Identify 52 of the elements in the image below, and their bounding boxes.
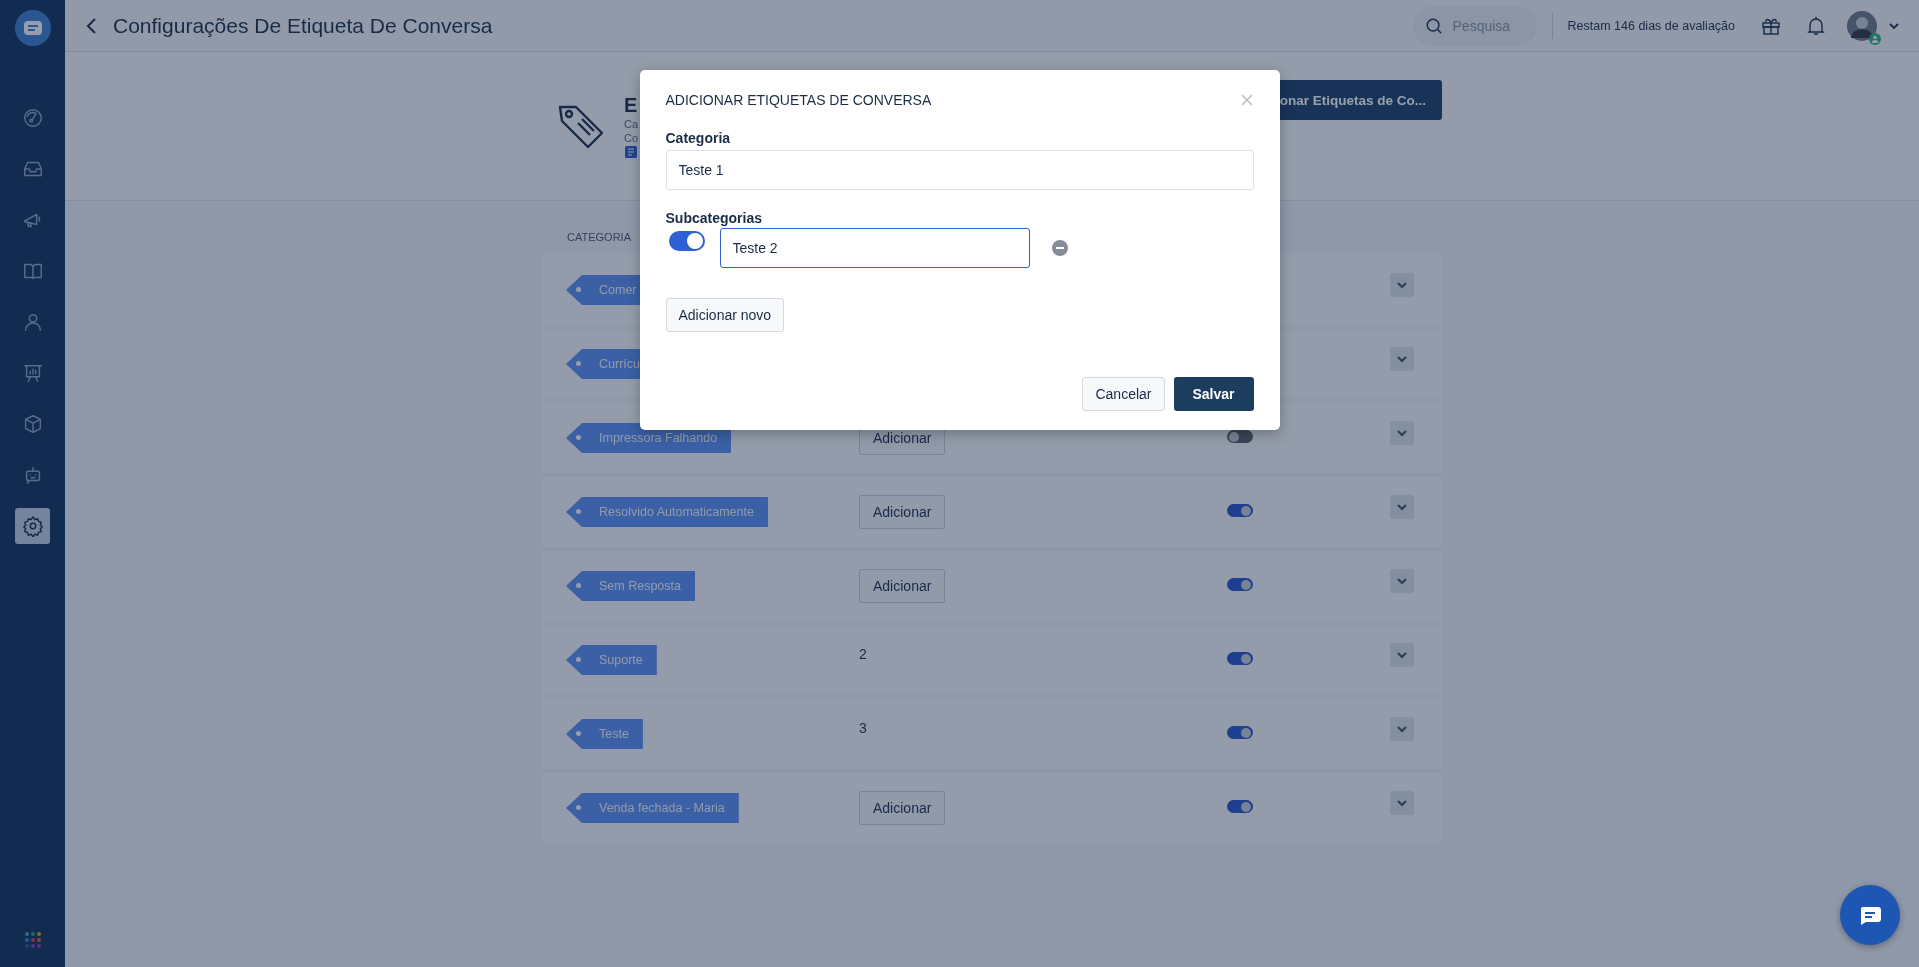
field-label: Subcategorias xyxy=(665,210,763,226)
tag-label: Sem Resposta xyxy=(566,571,695,601)
toggle-switch[interactable] xyxy=(1227,578,1253,591)
subcategory-count: 2 xyxy=(859,646,868,662)
expand-chevron-icon[interactable] xyxy=(1390,569,1414,593)
expand-chevron-icon[interactable] xyxy=(1390,495,1414,519)
toggle-switch[interactable] xyxy=(668,231,705,251)
field-label: Categoria xyxy=(665,130,732,146)
logo-icon[interactable] xyxy=(14,10,51,46)
dialog-title: ADICIONAR ETIQUETAS DE CONVERSA xyxy=(665,92,932,108)
caret-icon[interactable] xyxy=(1889,21,1899,30)
save-button[interactable]: Salvar xyxy=(1173,377,1254,411)
toggle-switch[interactable] xyxy=(1227,430,1253,443)
page-title: Configurações De Etiqueta De Conversa xyxy=(113,13,493,38)
settings-icon[interactable] xyxy=(15,508,50,544)
add-button[interactable]: Adicionar xyxy=(859,569,946,603)
expand-chevron-icon[interactable] xyxy=(1390,273,1414,297)
column-header: CATEGORIA xyxy=(567,231,631,243)
expand-chevron-icon[interactable] xyxy=(1390,347,1414,371)
banner-description: Ca xyxy=(624,116,639,131)
tag-label: Teste xyxy=(566,719,643,749)
add-button[interactable]: Adicionar xyxy=(859,791,946,825)
banner-description: Co xyxy=(624,130,639,145)
avatar[interactable] xyxy=(1847,10,1877,41)
add-new-button[interactable]: Adicionar novo xyxy=(665,298,785,332)
expand-chevron-icon[interactable] xyxy=(1390,791,1414,815)
tag-label: Resolvido Automaticamente xyxy=(566,497,768,527)
expand-chevron-icon[interactable] xyxy=(1390,717,1414,741)
subcategory-input-field[interactable]: Teste 2 xyxy=(719,228,1030,268)
expand-chevron-icon[interactable] xyxy=(1390,421,1414,445)
banner-title: E xyxy=(624,93,638,117)
search-icon xyxy=(1424,16,1443,35)
remove-icon[interactable] xyxy=(1051,240,1068,256)
notification-bell-icon[interactable] xyxy=(1807,15,1825,36)
online-status-icon xyxy=(1869,32,1881,45)
book-icon[interactable] xyxy=(624,144,638,159)
apps-grid-icon[interactable] xyxy=(23,931,42,949)
toggle-switch[interactable] xyxy=(1227,504,1253,517)
toggle-switch[interactable] xyxy=(1227,726,1253,739)
tag-label: Venda fechada - Maria xyxy=(566,793,739,823)
expand-chevron-icon[interactable] xyxy=(1390,643,1414,667)
close-icon[interactable] xyxy=(1239,93,1254,107)
trial-notice: Restam 146 dias de avaliação xyxy=(1567,18,1735,33)
toggle-switch[interactable] xyxy=(1227,800,1253,813)
toggle-switch[interactable] xyxy=(1227,652,1253,665)
back-icon[interactable] xyxy=(85,16,97,35)
tag-label: Suporte xyxy=(566,645,657,675)
add-button[interactable]: Adicionar xyxy=(859,495,946,529)
cancel-button[interactable]: Cancelar xyxy=(1082,377,1165,411)
subcategory-count: 3 xyxy=(859,720,868,736)
category-input-field[interactable]: Teste 1 xyxy=(665,150,1254,190)
chat-icon xyxy=(1858,905,1882,925)
